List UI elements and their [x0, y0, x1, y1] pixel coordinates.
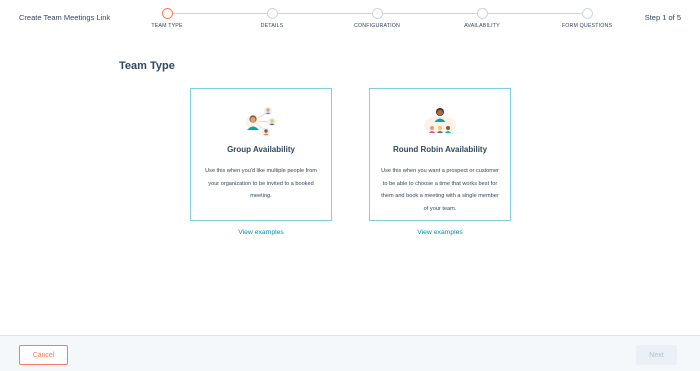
card-title: Round Robin Availability [392, 145, 488, 154]
cancel-button[interactable]: Cancel [19, 345, 68, 365]
step-indicator-circle [161, 8, 173, 19]
page-title: Team Type [119, 60, 175, 72]
step-indicator-circle [266, 8, 278, 19]
step-indicator-circle [476, 8, 488, 19]
group-view-examples-link[interactable]: View examples [190, 229, 332, 236]
round-robin-icon [424, 108, 456, 134]
step-label: TEAM TYPE [151, 23, 183, 29]
page-header-title: Create Team Meetings Link [19, 13, 111, 22]
step-details[interactable]: DETAILS [222, 8, 322, 29]
step-label: CONFIGURATION [354, 23, 400, 29]
wizard-footer: Cancel Next [0, 335, 700, 371]
step-form-questions[interactable]: FORM QUESTIONS [537, 8, 637, 29]
round-robin-view-examples-link[interactable]: View examples [369, 229, 511, 236]
group-availability-card[interactable]: Group Availability Use this when you'd l… [190, 88, 332, 221]
step-indicator-circle [581, 8, 593, 19]
step-label: AVAILABILITY [464, 23, 500, 29]
step-counter: Step 1 of 5 [644, 13, 681, 22]
group-people-icon [246, 106, 277, 137]
card-title: Group Availability [227, 145, 295, 154]
step-team-type[interactable]: TEAM TYPE [117, 8, 217, 29]
wizard-header: Create Team Meetings Link TEAM TYPE DETA… [0, 0, 700, 38]
round-robin-availability-card[interactable]: Round Robin Availability Use this when y… [369, 88, 511, 221]
step-configuration[interactable]: CONFIGURATION [327, 8, 427, 29]
card-description: Use this when you'd like multiple people… [205, 168, 317, 199]
step-availability[interactable]: AVAILABILITY [432, 8, 532, 29]
step-label: FORM QUESTIONS [561, 23, 613, 29]
next-button[interactable]: Next [636, 345, 677, 365]
step-indicator-circle [371, 8, 383, 19]
step-label: DETAILS [260, 23, 284, 29]
card-description: Use this when you want a prospect or cus… [381, 168, 499, 212]
